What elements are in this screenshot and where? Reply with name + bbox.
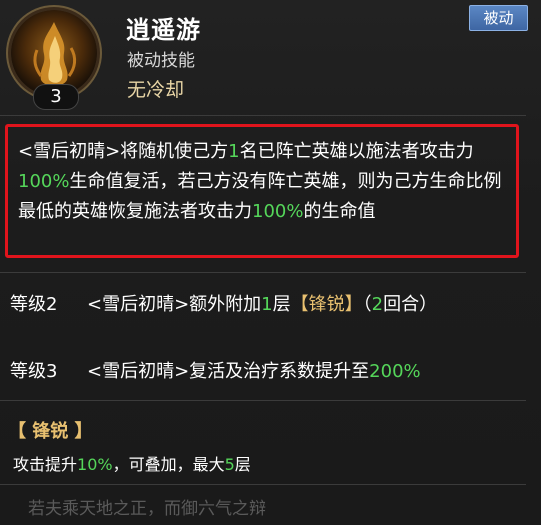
skill-tooltip-panel: 3 逍遥游 被动技能 无冷却 被动 <雪后初晴>将随机使己方1名已阵亡英雄以施法… — [0, 0, 541, 525]
divider — [0, 484, 526, 485]
level-3-row: 等级3 <雪后初晴>复活及治疗系数提升至200% — [10, 357, 507, 387]
level-description: <雪后初晴>复活及治疗系数提升至200% — [87, 361, 421, 382]
skill-description-highlight-box: <雪后初晴>将随机使己方1名已阵亡英雄以施法者攻击力100%生命值复活，若己方没… — [5, 124, 519, 258]
keyword-description: 攻击提升10%，可叠加，最大5层 — [13, 455, 251, 474]
skill-description: <雪后初晴>将随机使己方1名已阵亡英雄以施法者攻击力100%生命值复活，若己方没… — [18, 141, 502, 222]
skill-cooldown: 无冷却 — [127, 79, 185, 101]
level-label: 等级3 — [10, 361, 58, 382]
passive-tag: 被动 — [469, 5, 528, 31]
divider — [0, 272, 526, 273]
flavor-quote: 若夫乘天地之正，而御六气之辩 — [28, 499, 266, 519]
level-2-row: 等级2 <雪后初晴>额外附加1层【锋锐】（2回合） — [10, 290, 507, 320]
skill-name: 逍遥游 — [126, 16, 201, 44]
level-label: 等级2 — [10, 294, 58, 315]
keyword-title: 【 锋锐 】 — [8, 421, 93, 442]
divider — [0, 115, 526, 116]
skill-level-badge: 3 — [33, 84, 79, 110]
divider — [0, 400, 526, 401]
skill-type: 被动技能 — [127, 51, 195, 71]
level-description: <雪后初晴>额外附加1层【锋锐】（2回合） — [87, 294, 438, 315]
